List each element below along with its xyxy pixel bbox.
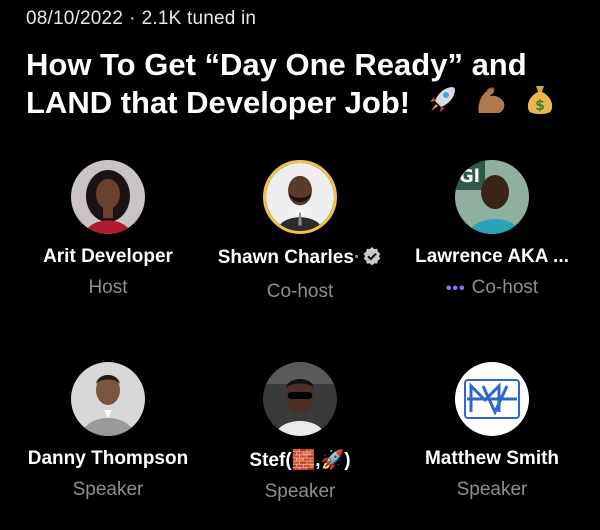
avatar[interactable] [71, 160, 145, 234]
speaking-indicator-icon: ••• [445, 280, 466, 297]
participant-name-row: Shawn Charles· [200, 246, 400, 272]
participant-role: Host [88, 277, 128, 298]
participant-name: Arit Developer [43, 246, 173, 267]
participant-role: Speaker [264, 481, 336, 502]
avatar[interactable] [71, 362, 145, 436]
participant-name: Danny Thompson [27, 448, 189, 469]
svg-text:Gl: Gl [459, 166, 480, 187]
participant-danny-thompson[interactable]: Danny Thompson Speaker [8, 362, 208, 501]
participant-role: Speaker [456, 479, 528, 500]
participant-name: Shawn Charles [217, 247, 354, 268]
participant-role-row: ••• Co-host [392, 277, 592, 299]
participant-name: Matthew Smith [424, 448, 560, 469]
participant-shawn-charles[interactable]: Shawn Charles· Co-host [200, 160, 400, 303]
participant-name: Lawrence AKA ... [415, 246, 569, 267]
participant-stef[interactable]: Stef(🧱,🚀) Speaker [200, 362, 400, 503]
participant-lawrence[interactable]: Gl Lawrence AKA ... ••• Co-host [392, 160, 592, 299]
participant-role: Speaker [72, 479, 144, 500]
participant-matthew-smith[interactable]: Matthew Smith Speaker [392, 362, 592, 501]
participant-name: Stef(🧱,🚀) [249, 450, 351, 471]
participant-arit-developer[interactable]: Arit Developer Host [8, 160, 208, 299]
avatar[interactable] [263, 160, 337, 234]
participant-role: Co-host [471, 277, 539, 298]
participant-role: Co-host [266, 281, 334, 302]
avatar[interactable] [263, 362, 337, 436]
verified-badge-icon [362, 246, 382, 272]
participants-grid: Arit Developer Host Shawn Charles· Co-ho… [0, 0, 600, 530]
avatar[interactable]: Gl [455, 160, 529, 234]
avatar[interactable] [455, 362, 529, 436]
